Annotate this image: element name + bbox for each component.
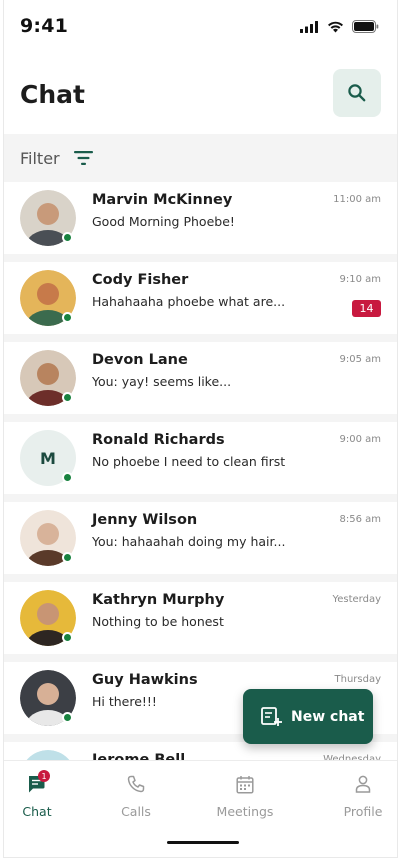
nav-item-chat[interactable]: 1 Chat <box>4 770 77 819</box>
battery-icon <box>352 20 379 33</box>
chat-list: Marvin McKinney Good Morning Phoebe! 11:00… <box>4 182 397 760</box>
chat-list-item[interactable]: Jenny Wilson You: hahaahah doing my hair.… <box>4 502 397 574</box>
chat-list-item[interactable]: Jerome Bell Wednesday <box>4 742 397 760</box>
nav-label-profile: Profile <box>343 804 383 819</box>
nav-item-meetings[interactable]: Meetings <box>205 773 285 819</box>
chat-timestamp: 11:00 am <box>333 194 381 205</box>
chat-name: Kathryn Murphy <box>92 592 225 608</box>
chat-name: Cody Fisher <box>92 272 189 288</box>
chat-timestamp: 9:00 am <box>339 434 381 445</box>
header: Chat <box>4 52 397 134</box>
phone-icon <box>127 775 145 793</box>
status-icons <box>300 20 379 33</box>
filter-bar[interactable]: Filter <box>4 134 397 182</box>
chat-timestamp: 9:10 am <box>339 274 381 285</box>
online-status-dot <box>62 552 73 563</box>
new-chat-icon <box>261 706 282 726</box>
status-time: 9:41 <box>20 15 69 37</box>
chat-name: Jenny Wilson <box>92 512 198 528</box>
avatar-wrap <box>20 270 76 326</box>
search-icon <box>348 84 366 102</box>
nav-item-calls[interactable]: Calls <box>96 773 176 819</box>
online-status-dot <box>62 392 73 403</box>
chat-nav-badge: 1 <box>38 770 50 782</box>
avatar-wrap <box>20 590 76 646</box>
home-indicator <box>167 841 239 844</box>
calendar-icon <box>236 775 254 794</box>
chat-preview: You: hahaahah doing my hair... <box>92 534 286 549</box>
online-status-dot <box>62 472 73 483</box>
online-status-dot <box>62 712 73 723</box>
chat-timestamp: 8:56 am <box>339 514 381 525</box>
chat-name: Marvin McKinney <box>92 192 233 208</box>
new-chat-label: New chat <box>291 708 365 725</box>
avatar-wrap: M <box>20 430 76 486</box>
chat-list-item[interactable]: Devon Lane You: yay! seems like... 9:05 am <box>4 342 397 414</box>
chat-name: Guy Hawkins <box>92 672 198 688</box>
online-status-dot <box>62 632 73 643</box>
avatar-wrap <box>20 350 76 406</box>
chat-preview: Nothing to be honest <box>92 614 224 629</box>
signal-icon <box>300 20 318 33</box>
search-button[interactable] <box>333 69 381 117</box>
nav-item-profile[interactable]: Profile <box>323 773 397 819</box>
filter-label: Filter <box>20 148 60 168</box>
chat-list-item[interactable]: M Ronald Richards No phoebe I need to clea… <box>4 422 397 494</box>
unread-count-badge: 14 <box>352 300 381 317</box>
chat-timestamp: 9:05 am <box>339 354 381 365</box>
filter-icon[interactable] <box>73 151 94 165</box>
chat-preview: Hi there!!! <box>92 694 157 709</box>
chat-timestamp: Yesterday <box>332 594 381 605</box>
nav-icon-wrap <box>205 773 285 795</box>
avatar-wrap <box>20 510 76 566</box>
online-status-dot <box>62 232 73 243</box>
wifi-icon <box>328 21 343 32</box>
nav-label-meetings: Meetings <box>216 804 274 819</box>
person-icon <box>355 775 371 793</box>
chat-list-item[interactable]: Kathryn Murphy Nothing to be honest Yester… <box>4 582 397 654</box>
nav-label-chat: Chat <box>22 804 52 819</box>
nav-icon-wrap <box>323 773 397 795</box>
chat-preview: Good Morning Phoebe! <box>92 214 235 229</box>
nav-icon-wrap <box>96 773 176 795</box>
chat-list-item[interactable]: Marvin McKinney Good Morning Phoebe! 11:00… <box>4 182 397 254</box>
avatar <box>20 750 76 760</box>
avatar-wrap <box>20 750 76 760</box>
new-chat-button[interactable]: New chat <box>243 689 373 744</box>
nav-label-calls: Calls <box>121 804 151 819</box>
avatar-wrap <box>20 190 76 246</box>
page-title: Chat <box>20 80 85 109</box>
online-status-dot <box>62 312 73 323</box>
chat-preview: No phoebe I need to clean first <box>92 454 286 469</box>
status-bar: 9:41 <box>4 0 397 52</box>
chat-name: Jerome Bell <box>92 752 186 760</box>
nav-icon-wrap: 1 <box>4 770 77 795</box>
chat-name: Devon Lane <box>92 352 188 368</box>
chat-preview: You: yay! seems like... <box>92 374 232 389</box>
chat-preview: Hahahaaha phoebe what are... <box>92 294 286 309</box>
app-frame: 9:41 Chat Filter Marvin McKinney Good Mo… <box>3 0 398 858</box>
chat-name: Ronald Richards <box>92 432 225 448</box>
chat-timestamp: Thursday <box>334 674 382 685</box>
avatar-wrap <box>20 670 76 726</box>
chat-list-item[interactable]: Cody Fisher Hahahaaha phoebe what are... 9… <box>4 262 397 334</box>
